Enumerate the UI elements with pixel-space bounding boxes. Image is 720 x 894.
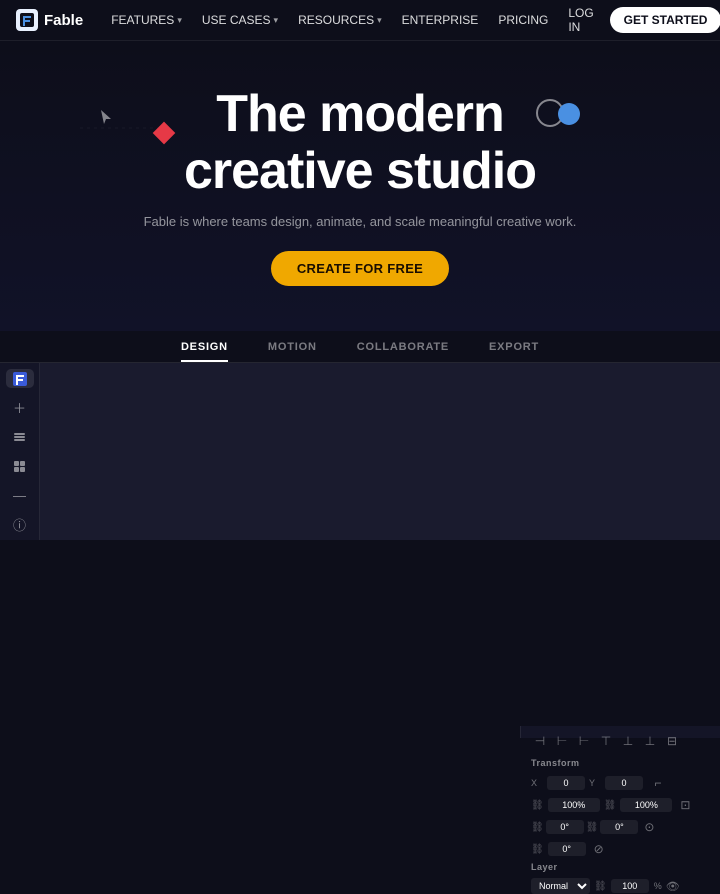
height-input[interactable] <box>620 798 672 812</box>
align-left-icon[interactable]: ⊣ <box>531 732 549 750</box>
minus-icon[interactable]: — <box>6 486 34 505</box>
distribute-icon[interactable]: ⊟ <box>663 732 681 750</box>
cursor-icon <box>100 109 112 125</box>
wh-row: ⛓ ⛓ ⊡ <box>531 796 710 814</box>
align-top-icon[interactable]: ⊤ <box>597 732 615 750</box>
aspect-ratio-icon[interactable]: ⊡ <box>676 796 694 814</box>
circle-blue-decoration <box>558 103 580 125</box>
fable-logo-icon[interactable] <box>6 369 34 388</box>
rotation-row: ⛓ ⛓ ⊙ <box>531 818 710 836</box>
layer-row: Normal Multiply Screen ⛓ % 👁 <box>531 878 710 894</box>
hero-title: The modern creative studio <box>184 86 536 200</box>
chain-rot3-icon[interactable]: ⛓ <box>531 844 544 855</box>
lock-ratio-icon[interactable]: ⊙ <box>640 818 658 836</box>
align-tools: ⊣ ⊢ ⊢ ⊤ ⊥ ⊥ ⊟ <box>531 732 710 750</box>
opacity-percent: % <box>654 881 662 891</box>
navbar: Fable FEATURES ▾ USE CASES ▾ RESOURCES ▾… <box>0 0 720 41</box>
properties-panel: ⊣ ⊢ ⊢ ⊤ ⊥ ⊥ ⊟ Transform X Y ⌐ ⛓ ⛓ ⊡ ⛓ <box>520 726 720 738</box>
y-label: Y <box>589 778 601 788</box>
hero-section: The modern creative studio Fable is wher… <box>0 41 720 331</box>
get-started-button[interactable]: GET STARTED <box>610 7 720 33</box>
create-free-button[interactable]: CREATE FOR FREE <box>271 251 449 286</box>
transform-section-title: Transform <box>531 758 710 768</box>
chain-link-icon[interactable]: ⛓ <box>531 800 544 811</box>
rotation2-input[interactable] <box>600 820 638 834</box>
opacity-input[interactable] <box>611 879 649 893</box>
x-label: X <box>531 778 543 788</box>
tab-collaborate[interactable]: COLLABORATE <box>357 333 449 361</box>
editor-main: ＋ — ⓘ FUELYOURFIRE RUN FLY <box>0 363 720 540</box>
visibility-icon[interactable]: 👁 <box>666 880 680 893</box>
login-button[interactable]: LOG IN <box>560 2 601 38</box>
remove-transform-icon[interactable]: ⊘ <box>590 840 608 858</box>
nav-pricing[interactable]: PRICING <box>490 9 556 31</box>
tab-design[interactable]: DESIGN <box>181 333 228 361</box>
align-right-icon[interactable]: ⊢ <box>575 732 593 750</box>
align-bottom-icon[interactable]: ⊥ <box>641 732 659 750</box>
xy-row: X Y ⌐ <box>531 774 710 792</box>
chevron-down-icon: ▾ <box>377 15 382 26</box>
chain-rot2-icon[interactable]: ⛓ <box>586 822 599 833</box>
nav-enterprise[interactable]: ENTERPRISE <box>394 9 487 31</box>
align-center-v-icon[interactable]: ⊢ <box>553 732 571 750</box>
nav-resources[interactable]: RESOURCES ▾ <box>290 9 390 31</box>
rotation3-input[interactable] <box>548 842 586 856</box>
chain-rot-icon[interactable]: ⛓ <box>531 822 544 833</box>
layer-section-title: Layer <box>531 862 710 872</box>
width-input[interactable] <box>548 798 600 812</box>
hero-subtitle: Fable is where teams design, animate, an… <box>144 214 577 229</box>
add-layer-icon[interactable]: ＋ <box>6 398 34 417</box>
rotation1-input[interactable] <box>546 820 584 834</box>
assets-icon[interactable] <box>6 457 34 476</box>
chevron-down-icon: ▾ <box>177 15 182 26</box>
nav-features[interactable]: FEATURES ▾ <box>103 9 190 31</box>
corner-radius-icon[interactable]: ⌐ <box>649 774 667 792</box>
y-input[interactable] <box>605 776 643 790</box>
layers-icon[interactable] <box>6 427 34 446</box>
align-middle-icon[interactable]: ⊥ <box>619 732 637 750</box>
logo-text: Fable <box>44 12 83 29</box>
logo-icon <box>16 9 38 31</box>
tab-export[interactable]: EXPORT <box>489 333 539 361</box>
tabs-bar: DESIGN MOTION COLLABORATE EXPORT <box>0 331 720 363</box>
nav-use-cases[interactable]: USE CASES ▾ <box>194 9 286 31</box>
logo[interactable]: Fable <box>16 9 83 31</box>
x-input[interactable] <box>547 776 585 790</box>
left-toolbar: ＋ — ⓘ <box>0 363 40 540</box>
blend-mode-select[interactable]: Normal Multiply Screen <box>531 878 590 894</box>
chain-link2-icon[interactable]: ⛓ <box>604 800 617 811</box>
chain-opacity-icon[interactable]: ⛓ <box>594 881 607 892</box>
tab-motion[interactable]: MOTION <box>268 333 317 361</box>
info-icon[interactable]: ⓘ <box>6 515 34 534</box>
chevron-down-icon: ▾ <box>274 15 279 26</box>
rotation3-row: ⛓ ⊘ <box>531 840 710 858</box>
